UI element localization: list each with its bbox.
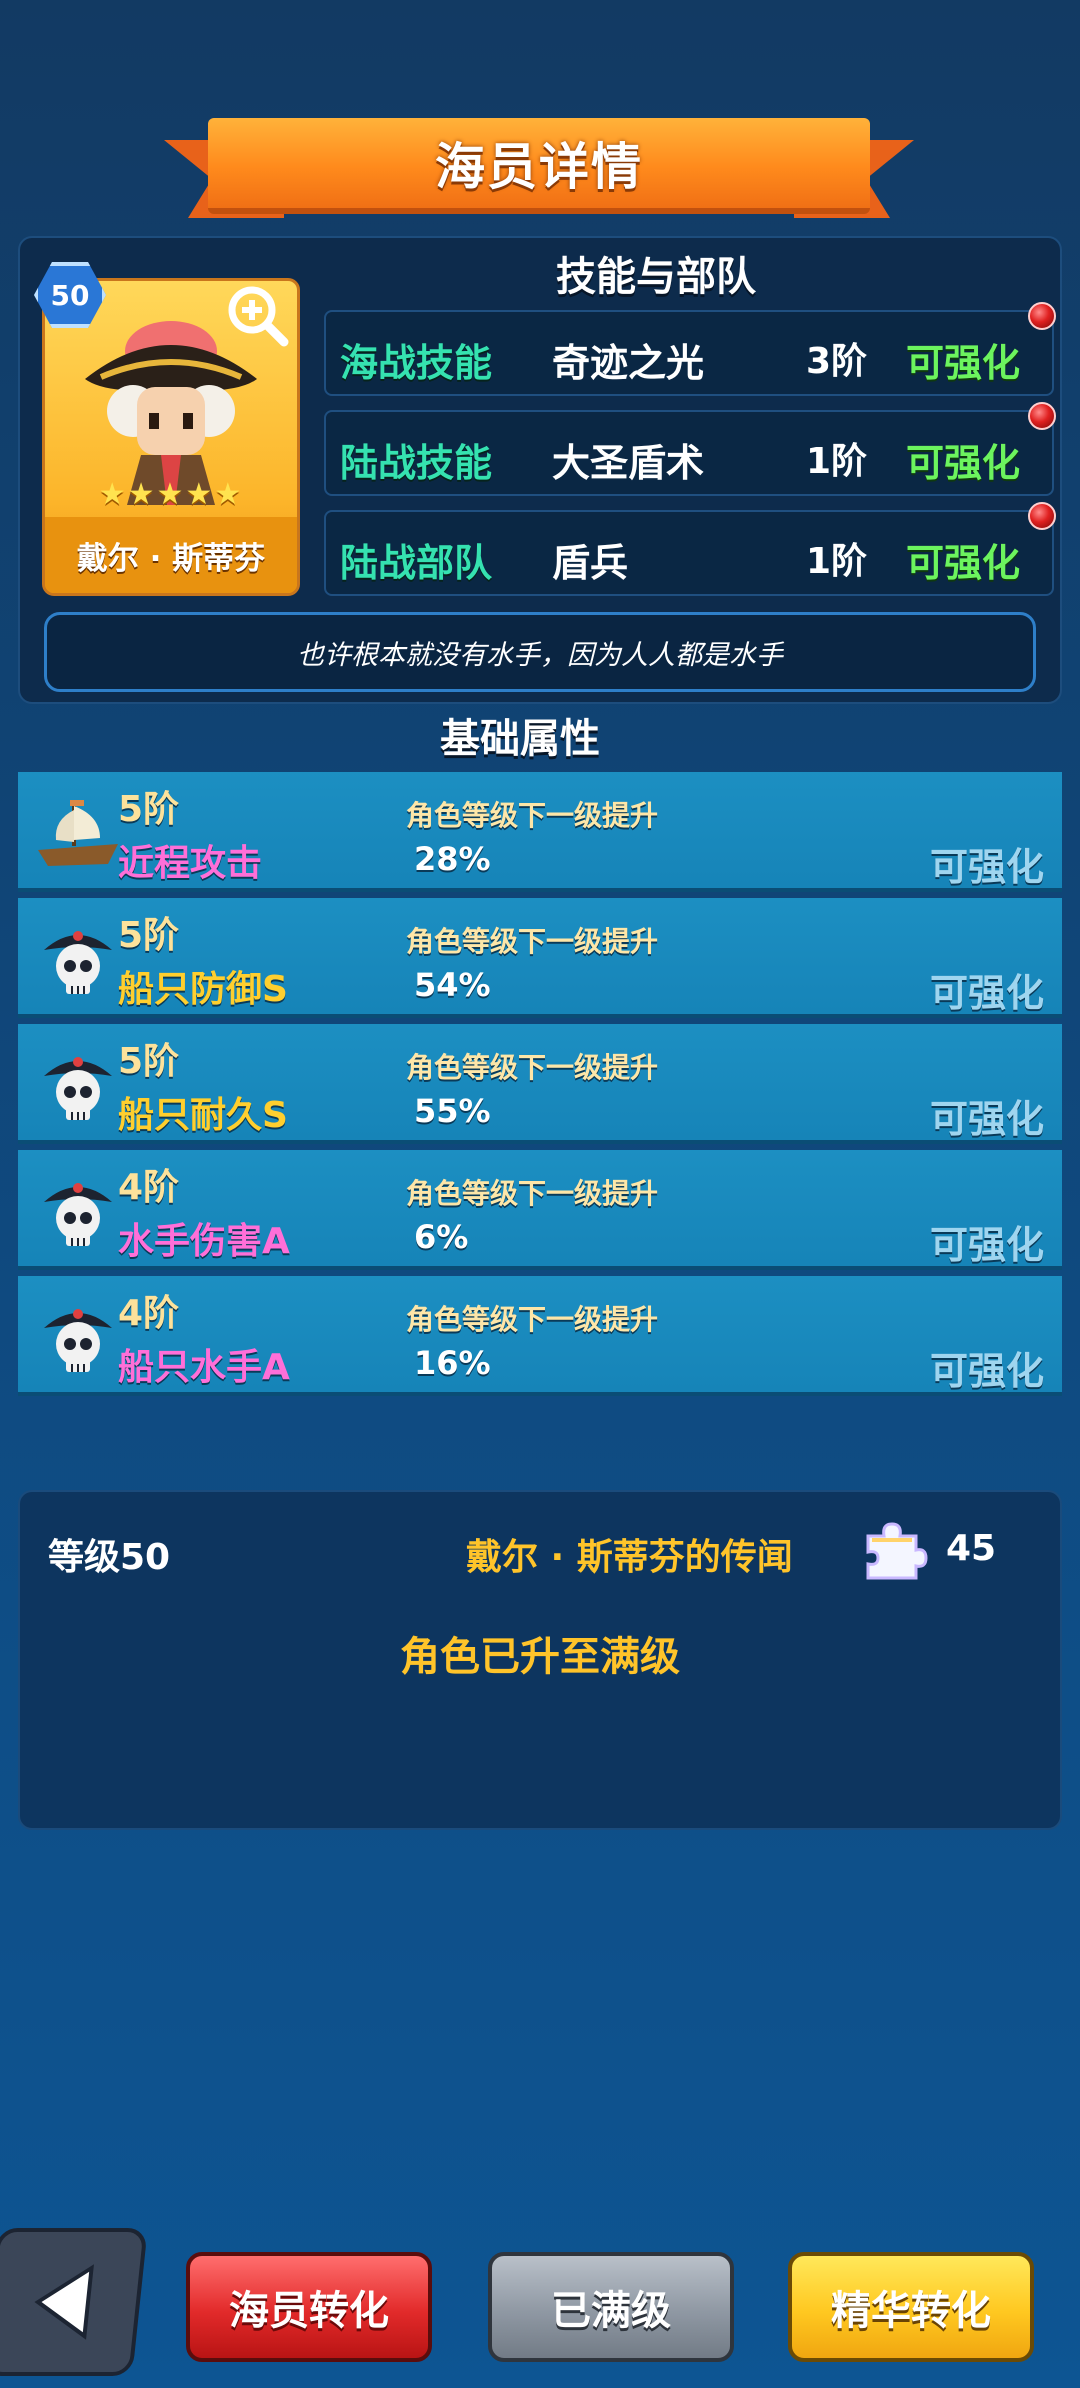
skill-tier: 3阶: [806, 341, 868, 382]
skill-name: 盾兵: [552, 541, 629, 585]
lore-count: 45: [946, 1528, 997, 1569]
zoom-in-icon[interactable]: [224, 282, 292, 350]
lore-label: 戴尔 · 斯蒂芬的传闻: [466, 1537, 793, 1578]
notification-dot: [1028, 402, 1056, 430]
attributes-section-title: 基础属性: [440, 716, 600, 762]
attribute-upgrade-status: 可强化: [929, 971, 1044, 1015]
star-rating: ★★★★★: [98, 477, 244, 512]
crew-level: 50: [50, 278, 90, 312]
attribute-value: 55%: [414, 1092, 491, 1130]
attribute-upgrade-status: 可强化: [929, 1349, 1044, 1393]
max-level-label: 已满级: [551, 2288, 671, 2334]
attribute-value: 6%: [414, 1218, 469, 1256]
attribute-desc: 角色等级下一级提升: [406, 1051, 659, 1084]
crew-quote-box: 也许根本就没有水手，因为人人都是水手: [44, 612, 1036, 692]
skill-category: 陆战部队: [340, 541, 493, 585]
skill-upgrade-status: 可强化: [906, 541, 1021, 585]
attribute-tier: 5阶: [118, 789, 180, 830]
attribute-row[interactable]: 4阶 船只水手A 角色等级下一级提升 16% 可强化: [18, 1276, 1062, 1396]
skills-section-title: 技能与部队: [556, 254, 756, 300]
skill-row-land[interactable]: 陆战技能 大圣盾术 1阶 可强化: [324, 402, 1056, 496]
ship-icon: [38, 800, 118, 866]
attribute-name: 水手伤害A: [118, 1221, 290, 1262]
crew-convert-button[interactable]: 海员转化: [186, 2252, 432, 2362]
crew-name-strip: 戴尔 · 斯蒂芬: [45, 517, 297, 593]
skill-name: 奇迹之光: [552, 341, 705, 385]
skill-tier: 1阶: [806, 541, 868, 582]
skill-upgrade-status: 可强化: [906, 441, 1021, 485]
attribute-tier: 4阶: [118, 1293, 180, 1334]
attribute-name: 船只水手A: [118, 1347, 290, 1388]
notification-dot: [1028, 502, 1056, 530]
attribute-tier: 5阶: [118, 1041, 180, 1082]
attribute-upgrade-status: 可强化: [929, 845, 1044, 889]
back-arrow-icon: [34, 2264, 94, 2340]
attribute-value: 54%: [414, 966, 491, 1004]
attribute-desc: 角色等级下一级提升: [406, 925, 659, 958]
pirate-skull-icon: [44, 1183, 112, 1246]
skill-upgrade-status: 可强化: [906, 341, 1021, 385]
skill-category: 陆战技能: [340, 441, 493, 485]
attribute-row[interactable]: 4阶 水手伤害A 角色等级下一级提升 6% 可强化: [18, 1150, 1062, 1270]
attribute-tier: 5阶: [118, 915, 180, 956]
puzzle-piece-icon[interactable]: [858, 1514, 928, 1584]
pirate-skull-icon: [44, 1309, 112, 1372]
max-level-message: 角色已升至满级: [400, 1634, 680, 1680]
skill-tier: 1阶: [806, 441, 868, 482]
attribute-row[interactable]: 5阶 船只耐久S 角色等级下一级提升 55% 可强化: [18, 1024, 1062, 1144]
attribute-value: 16%: [414, 1344, 491, 1382]
level-label: 等级50: [48, 1537, 171, 1578]
attribute-name: 船只防御S: [118, 969, 288, 1010]
attribute-desc: 角色等级下一级提升: [406, 1177, 659, 1210]
max-level-button[interactable]: 已满级: [488, 2252, 734, 2362]
level-info-panel: 等级50 戴尔 · 斯蒂芬的传闻 45 角色已升至满级: [18, 1490, 1062, 1830]
skill-row-naval[interactable]: 海战技能 奇迹之光 3阶 可强化: [324, 302, 1056, 396]
attribute-tier: 4阶: [118, 1167, 180, 1208]
crew-name: 戴尔 · 斯蒂芬: [76, 540, 266, 577]
skill-name: 大圣盾术: [552, 441, 705, 485]
skill-category: 海战技能: [340, 341, 493, 385]
essence-convert-button[interactable]: 精华转化: [788, 2252, 1034, 2362]
attribute-value: 28%: [414, 840, 491, 878]
notification-dot: [1028, 302, 1056, 330]
attribute-name: 近程攻击: [118, 843, 263, 884]
crew-convert-label: 海员转化: [229, 2288, 389, 2334]
attribute-row[interactable]: 5阶 船只防御S 角色等级下一级提升 54% 可强化: [18, 898, 1062, 1018]
pirate-skull-icon: [44, 1057, 112, 1120]
attribute-name: 船只耐久S: [118, 1095, 288, 1136]
attribute-upgrade-status: 可强化: [929, 1223, 1044, 1267]
attribute-desc: 角色等级下一级提升: [406, 799, 659, 832]
pirate-skull-icon: [44, 931, 112, 994]
page-title: 海员详情: [435, 138, 643, 196]
essence-convert-label: 精华转化: [831, 2288, 991, 2334]
crew-quote: 也许根本就没有水手，因为人人都是水手: [297, 639, 783, 671]
title-banner: 海员详情: [164, 118, 914, 226]
banner-plate: 海员详情: [208, 118, 870, 214]
skill-row-troop[interactable]: 陆战部队 盾兵 1阶 可强化: [324, 502, 1056, 596]
attribute-desc: 角色等级下一级提升: [406, 1303, 659, 1336]
back-button[interactable]: [0, 2228, 148, 2376]
attribute-upgrade-status: 可强化: [929, 1097, 1044, 1141]
attribute-row[interactable]: 5阶 近程攻击 角色等级下一级提升 28% 可强化: [18, 772, 1062, 892]
